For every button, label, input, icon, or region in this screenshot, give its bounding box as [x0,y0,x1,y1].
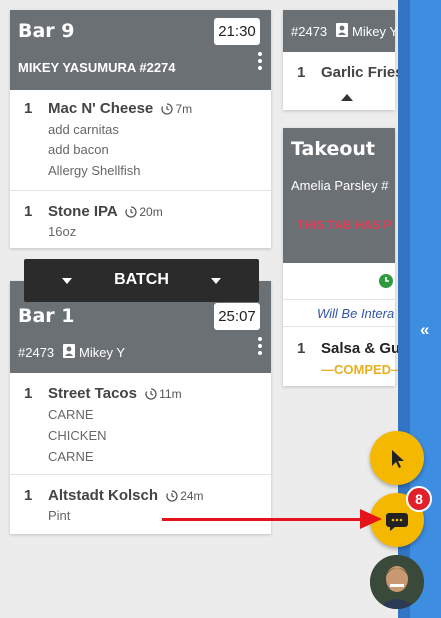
batch-label: BATCH [114,271,169,288]
chevron-down-icon [211,278,221,284]
annotation-arrow-head [360,509,382,529]
item-modifier: Pint [48,508,71,523]
ticket-bar-1[interactable]: Bar 1 25:07 #2473 Mikey Y 1 Street Tacos… [10,281,271,534]
ticket-timer: 25:07 [214,303,260,330]
item-age: 20m [125,205,163,219]
item-age: 7m [161,102,192,116]
annotation-arrow [162,518,362,521]
item-name: Salsa & Gu [321,340,401,357]
item-modifier: add bacon [48,142,109,157]
divider [283,326,395,327]
ticket-bar-9[interactable]: Bar 9 21:30 MIKEY YASUMURA #2274 1 Mac N… [10,10,271,248]
divider [283,299,395,300]
item-qty: 1 [24,385,33,402]
check-number: #2473 [291,24,328,39]
item-name: Street Tacos 11m [48,385,182,402]
list-item[interactable]: 1 Street Tacos 11m CARNE CHICKEN CARNE [10,373,271,473]
item-age-value: 20m [139,205,163,219]
alert-banner: THIS TAB HAS P [283,204,395,263]
check-number: #2473 [18,345,55,360]
timer-icon [145,388,157,400]
item-qty: 1 [297,340,306,357]
timer-icon [166,490,178,502]
ticket-takeout[interactable]: Takeout Amelia Parsley # THIS TAB HAS P … [283,128,404,386]
user-icon [336,23,348,42]
ticket-right-top[interactable]: #2473 Mikey Y 1 Garlic Fries [283,10,404,110]
item-age-value: 24m [180,489,204,503]
timer-icon [161,103,174,115]
item-age-value: 11m [159,387,182,401]
item-name: Altstadt Kolsch 24m [48,487,204,504]
kebab-menu-icon[interactable] [257,337,263,358]
item-modifier: CARNE [48,449,94,464]
ticket-header: #2473 Mikey Y [283,10,398,52]
item-modifier: CHICKEN [48,428,107,443]
item-qty: 1 [24,203,33,220]
item-name: Mac N' Cheese 7m [48,100,192,117]
user-icon [63,344,75,363]
cursor-button[interactable] [370,431,424,485]
ticket-title: Takeout [291,138,376,160]
item-name: Garlic Fries [321,64,404,81]
interaction-note: Will Be Intera [317,306,395,321]
customer-name: Amelia Parsley # [291,178,389,193]
ticket-header: Bar 9 21:30 MIKEY YASUMURA #2274 [10,10,271,90]
chevron-up-icon[interactable] [341,94,353,101]
list-item[interactable]: 1 Mac N' Cheese 7m add carnitas add baco… [10,90,271,190]
ticket-header: Takeout Amelia Parsley # [283,128,395,204]
ticket-title: Bar 1 [18,305,75,327]
double-chevron-left-icon[interactable]: « [420,320,429,340]
item-age: 24m [166,489,204,503]
item-age: 11m [145,387,182,401]
alert-text: THIS TAB HAS P [297,218,392,232]
item-modifier: Allergy Shellfish [48,163,141,178]
item-qty: 1 [297,64,306,81]
timer-icon [125,206,137,218]
comped-status: —COMPED— [321,362,405,377]
server-name: Mikey Y [79,345,125,360]
item-name: Stone IPA 20m [48,203,163,220]
item-age-value: 7m [175,102,193,116]
kebab-menu-icon[interactable] [257,52,263,73]
item-label: Altstadt Kolsch [48,487,159,504]
item-label: Stone IPA [48,203,118,220]
item-label: Street Tacos [48,385,137,402]
list-item[interactable]: 1 Stone IPA 20m 16oz [10,191,271,246]
ticket-subtitle: MIKEY YASUMURA #2274 [18,60,176,75]
item-modifier: 16oz [48,224,77,239]
item-qty: 1 [24,487,33,504]
server-name: Mikey Y [352,24,398,39]
list-item[interactable]: 1 Altstadt Kolsch 24m Pint [10,475,271,533]
item-qty: 1 [24,100,33,117]
item-modifier: CARNE [48,407,94,422]
batch-button[interactable]: BATCH [24,259,259,302]
item-label: Mac N' Cheese [48,100,154,117]
cursor-icon [392,450,404,468]
unread-badge: 8 [406,486,432,512]
item-modifier: add carnitas [48,122,119,137]
clock-icon [379,274,393,293]
avatar[interactable] [370,555,424,609]
ticket-title: Bar 9 [18,20,75,42]
ticket-timer: 21:30 [214,18,260,45]
